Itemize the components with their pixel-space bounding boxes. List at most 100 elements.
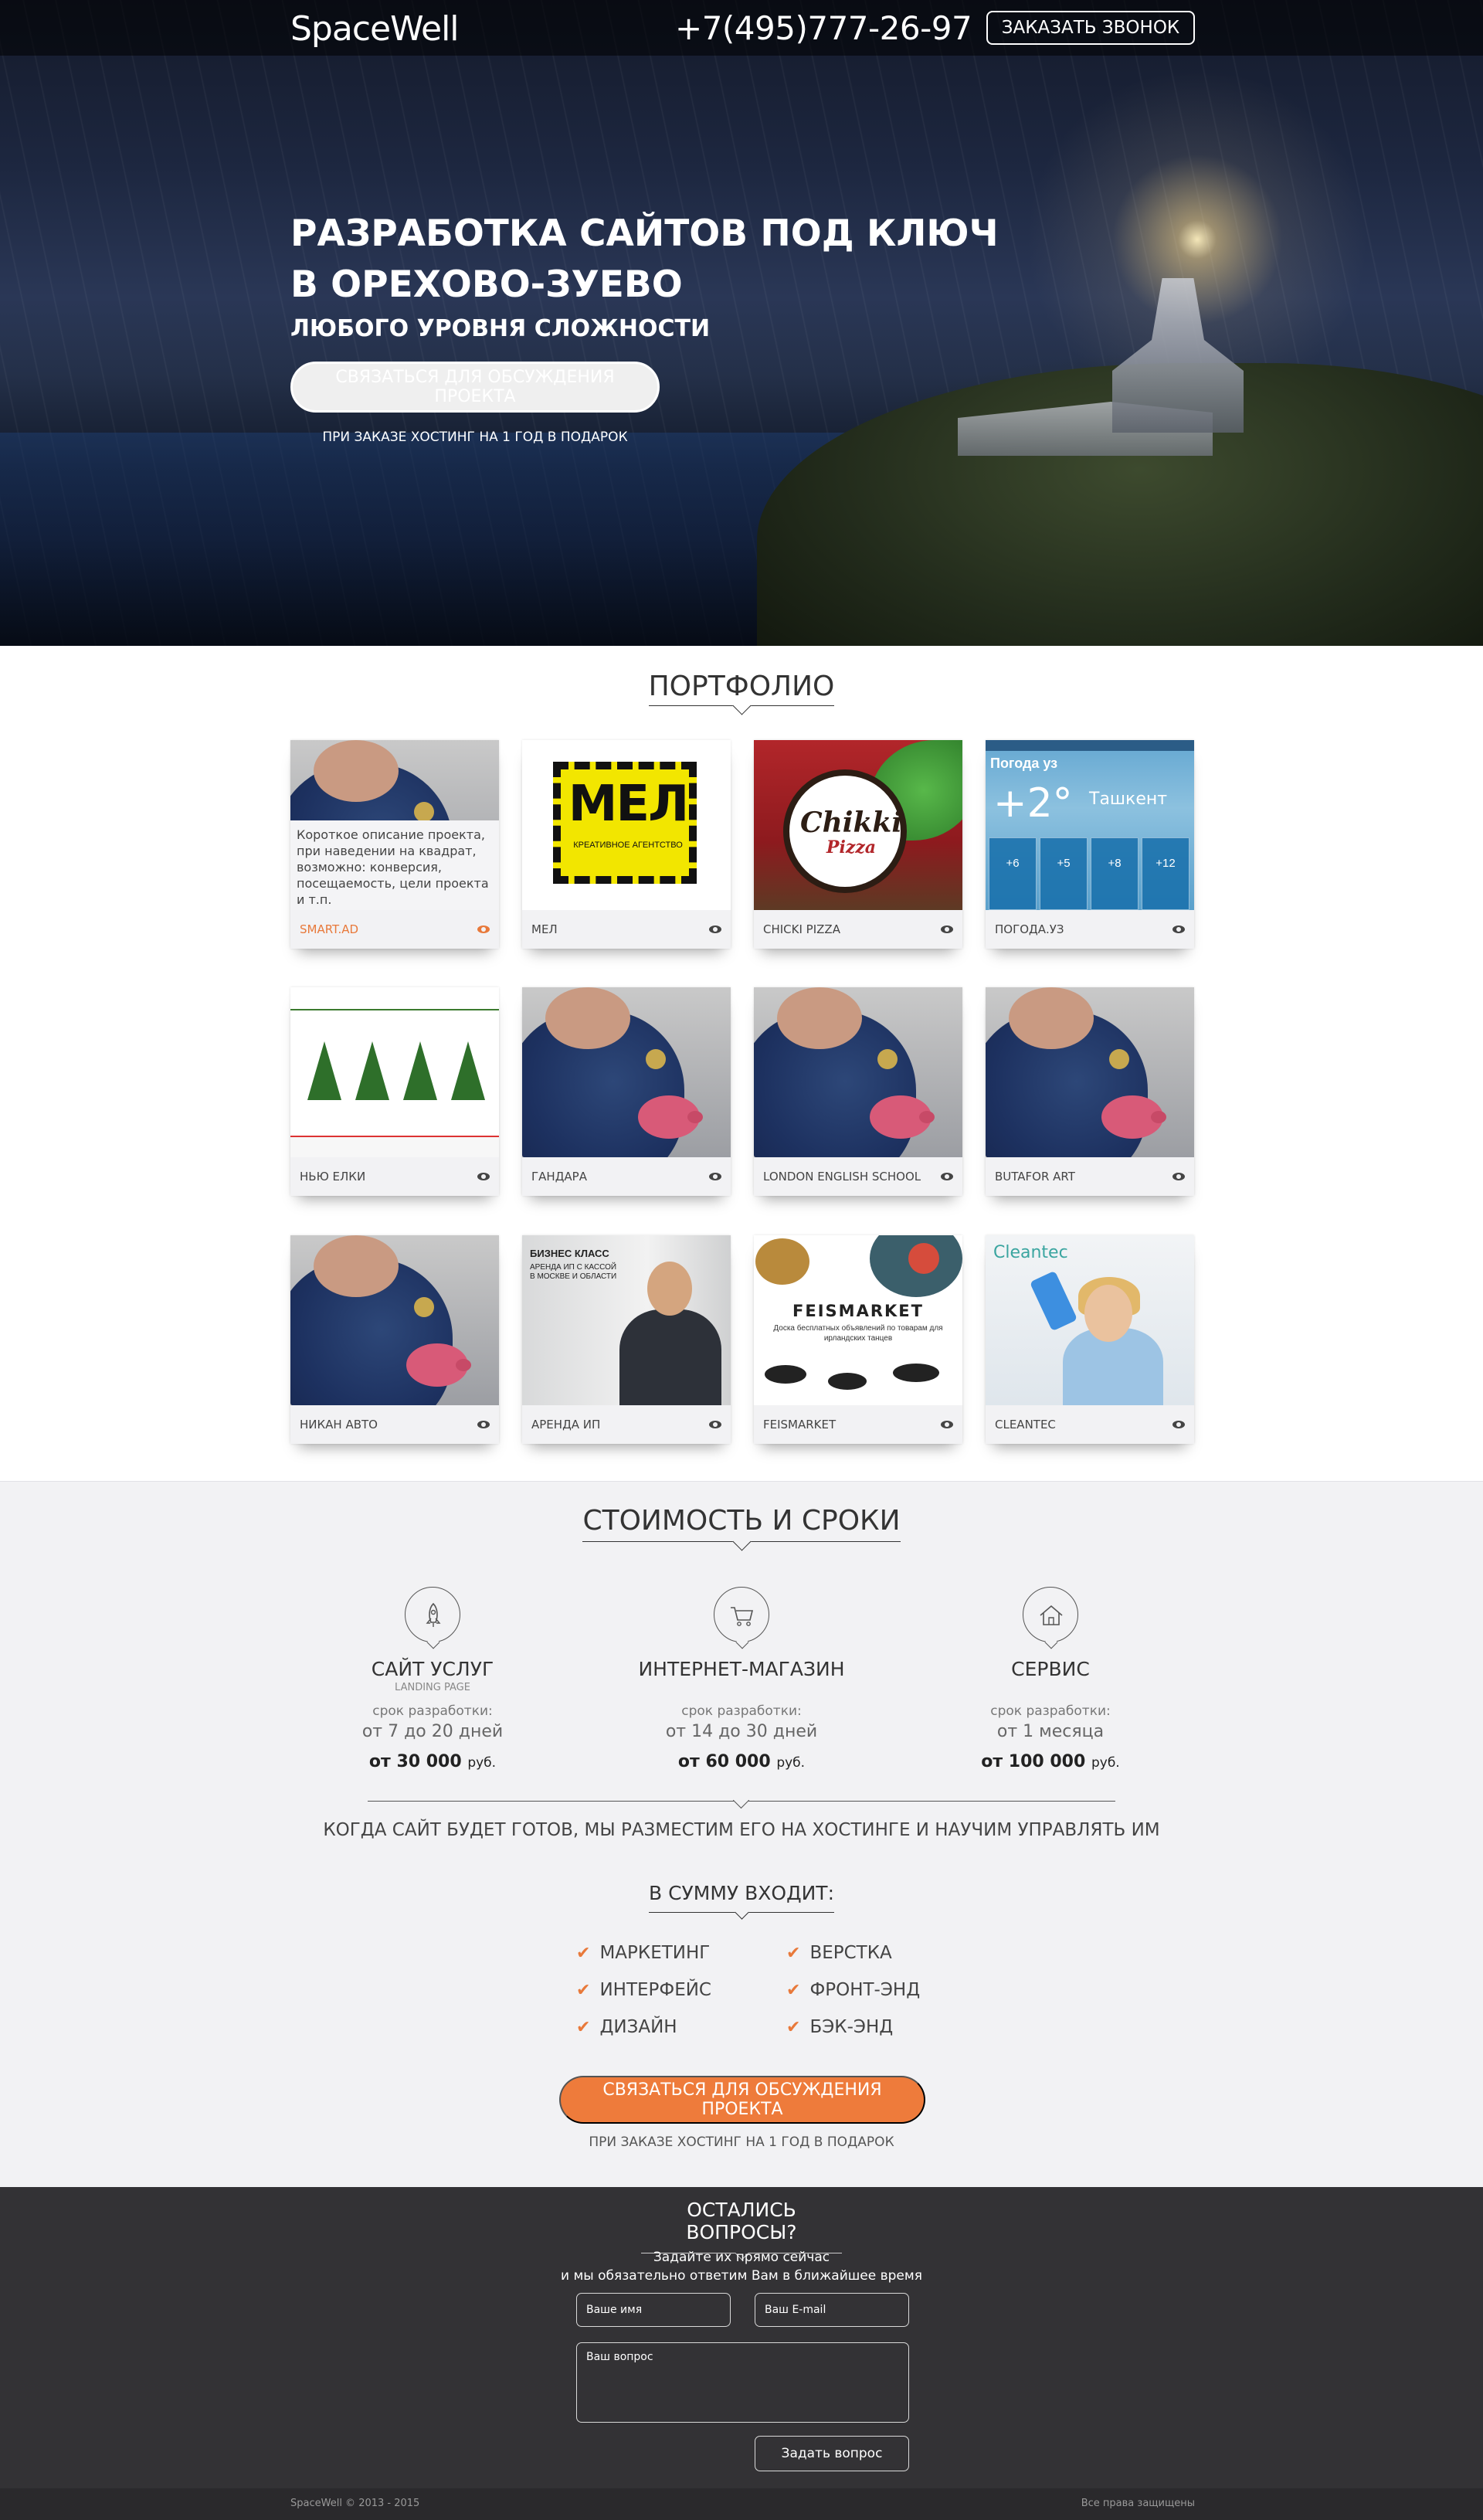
includes-item: ✔ ДИЗАЙН: [576, 2017, 677, 2037]
portfolio-card-caption: НИКАН АВТО: [290, 1405, 499, 1444]
feismarket-site-image: FEISMARKET Доска бесплатных объявлений п…: [754, 1235, 962, 1405]
portfolio-card-image: Chikki Pizza: [754, 740, 962, 910]
christmas-trees-site-image: [290, 987, 499, 1157]
plan-name: СЕРВИС: [1011, 1658, 1090, 1680]
portfolio-card-caption: НЬЮ ЕЛКИ: [290, 1157, 499, 1196]
includes-item-label: ДИЗАЙН: [599, 2017, 677, 2037]
chicki-pizza-logo-subtext: Pizza: [826, 837, 877, 858]
footer-rights: Все права защищены: [1081, 2498, 1195, 2509]
portfolio-card-label: МЕЛ: [531, 922, 558, 936]
portfolio-card-mel[interactable]: МЕЛ КРЕАТИВНОЕ АГЕНТСТВО МЕЛ: [522, 740, 731, 949]
plan-service: СЕРВИС срок разработки: от 1 месяца от 1…: [911, 1587, 1189, 1771]
portfolio-card-caption: FEISMARKET: [754, 1405, 962, 1444]
order-call-button[interactable]: ЗАКАЗАТЬ ЗВОНОК: [986, 11, 1195, 45]
questions-subtitle: Задайте их прямо сейчас и мы обязательно…: [0, 2248, 1483, 2285]
eye-icon[interactable]: [941, 1421, 953, 1428]
portfolio-card-image: [290, 987, 499, 1157]
portfolio-card-image: [290, 1235, 499, 1405]
portfolio-card-cleantec[interactable]: Cleantec CLEANTEC: [986, 1235, 1194, 1444]
plan-term-label: срок разработки:: [990, 1703, 1111, 1719]
plan-price-value: от 100 000: [981, 1752, 1086, 1771]
cleantec-logo-text: Cleantec: [993, 1243, 1068, 1262]
portfolio-card-chicki-pizza[interactable]: Chikki Pizza CHICKI PIZZA: [754, 740, 962, 949]
name-input[interactable]: [576, 2293, 731, 2327]
plan-term: от 1 месяца: [996, 1722, 1105, 1741]
weather-day: +12: [1142, 837, 1189, 910]
portfolio-card-image: [754, 987, 962, 1157]
portfolio-card-image: МЕЛ КРЕАТИВНОЕ АГЕНТСТВО: [522, 740, 731, 910]
portfolio-card-caption: CLEANTEC: [986, 1405, 1194, 1444]
portfolio-card-pogoda-uz[interactable]: Погода уз +2° Ташкент +6 +5 +8 +12 ПОГОД…: [986, 740, 1194, 949]
eye-icon[interactable]: [709, 1173, 721, 1180]
phone-number[interactable]: +7(495)777-26-97: [675, 9, 972, 47]
includes-item: ✔ БЭК-ЭНД: [786, 2017, 893, 2037]
portfolio-card-butafor-art[interactable]: BUTAFOR ART: [986, 987, 1194, 1196]
eye-icon[interactable]: [477, 1421, 490, 1428]
cleaning-woman-image: Cleantec: [986, 1235, 1194, 1405]
portfolio-card-image: БИЗНЕС КЛАСС АРЕНДА ИП С КАССОЙ В МОСКВЕ…: [522, 1235, 731, 1405]
site-logo[interactable]: SpaceWell: [290, 9, 460, 49]
portfolio-card-london-english-school[interactable]: LONDON ENGLISH SCHOOL: [754, 987, 962, 1196]
includes-heading: В СУММУ ВХОДИТ:: [0, 1882, 1483, 1913]
hero-contact-button[interactable]: СВЯЗАТЬСЯ ДЛЯ ОБСУЖДЕНИЯ ПРОЕКТА: [290, 362, 660, 413]
piggy-bank-image: [986, 987, 1194, 1157]
eye-icon[interactable]: [941, 1173, 953, 1180]
home-icon: [1023, 1587, 1078, 1642]
hero-title-line1: РАЗРАБОТКА САЙТОВ ПОД КЛЮЧ: [290, 212, 999, 255]
eye-icon[interactable]: [709, 1421, 721, 1428]
eye-icon[interactable]: [941, 925, 953, 933]
business-image-title: БИЗНЕС КЛАСС: [530, 1248, 609, 1259]
portfolio-card-label: CLEANTEC: [995, 1418, 1056, 1432]
plan-term-label: срок разработки:: [372, 1703, 493, 1719]
plan-price: от 100 000 руб.: [911, 1752, 1189, 1771]
eye-icon[interactable]: [1172, 1421, 1185, 1428]
portfolio-card-label: SMART.AD: [300, 922, 359, 936]
includes-item: ✔ ФРОНТ-ЭНД: [786, 1980, 920, 2000]
portfolio-card-caption: АРЕНДА ИП: [522, 1405, 731, 1444]
mel-logo-text: МЕЛ: [568, 776, 690, 833]
business-image-subtitle: АРЕНДА ИП С КАССОЙ В МОСКВЕ И ОБЛАСТИ: [530, 1263, 617, 1281]
portfolio-card-label: FEISMARKET: [763, 1418, 837, 1432]
includes-item-label: ИНТЕРФЕЙС: [599, 1980, 711, 2000]
includes-item-label: ФРОНТ-ЭНД: [809, 1980, 921, 2000]
portfolio-card-arenda-ip[interactable]: БИЗНЕС КЛАСС АРЕНДА ИП С КАССОЙ В МОСКВЕ…: [522, 1235, 731, 1444]
portfolio-card-caption: CHICKI PIZZA: [754, 910, 962, 949]
portfolio-card-nyu-elki[interactable]: НЬЮ ЕЛКИ: [290, 987, 499, 1196]
portfolio-card-smart-ad[interactable]: Короткое описание проекта, при наведении…: [290, 740, 499, 949]
portfolio-card-description: Короткое описание проекта, при наведении…: [290, 820, 499, 910]
questions-subtitle-line2: и мы обязательно ответим Вам в ближайшее…: [561, 2268, 922, 2284]
plan-price: от 60 000 руб.: [602, 1752, 881, 1771]
eye-icon[interactable]: [1172, 925, 1185, 933]
portfolio-card-gandara[interactable]: ГАНДАРА: [522, 987, 731, 1196]
weather-temperature: +2°: [993, 780, 1073, 827]
check-icon: ✔: [786, 1980, 801, 2000]
portfolio-card-label: LONDON ENGLISH SCHOOL: [763, 1170, 921, 1184]
chicki-pizza-logo-image: Chikki Pizza: [754, 740, 962, 910]
feismarket-subtext: Доска бесплатных объявлений по товарам д…: [773, 1324, 943, 1343]
email-input[interactable]: [755, 2293, 909, 2327]
eye-icon[interactable]: [709, 925, 721, 933]
eye-icon[interactable]: [477, 925, 490, 933]
portfolio-card-label: CHICKI PIZZA: [763, 922, 840, 936]
plan-price: от 30 000 руб.: [294, 1752, 572, 1771]
footer: SpaceWell © 2013 - 2015 Все права защище…: [0, 2488, 1483, 2520]
question-textarea[interactable]: [576, 2342, 909, 2423]
includes-item-label: ВЕРСТКА: [809, 1943, 892, 1963]
ask-question-button[interactable]: Задать вопрос: [755, 2436, 909, 2471]
mel-logo-subtext: КРЕАТИВНОЕ АГЕНТСТВО: [573, 841, 683, 850]
includes-item: ✔ ВЕРСТКА: [786, 1943, 892, 1963]
eye-icon[interactable]: [1172, 1173, 1185, 1180]
pricing-title: СТОИМОСТЬ И СРОКИ: [582, 1505, 901, 1542]
weather-day: +5: [1040, 837, 1088, 910]
check-icon: ✔: [576, 1943, 591, 1963]
weather-day: +8: [1091, 837, 1139, 910]
plan-term: от 14 до 30 дней: [665, 1722, 818, 1741]
plan-subname: LANDING PAGE: [395, 1682, 470, 1693]
pricing-contact-button[interactable]: СВЯЗАТЬСЯ ДЛЯ ОБСУЖДЕНИЯ ПРОЕКТА: [559, 2076, 925, 2124]
plan-landing: САЙТ УСЛУГ LANDING PAGE срок разработки:…: [294, 1587, 572, 1771]
portfolio-card-feismarket[interactable]: FEISMARKET Доска бесплатных объявлений п…: [754, 1235, 962, 1444]
portfolio-card-image: [522, 987, 731, 1157]
eye-icon[interactable]: [477, 1173, 490, 1180]
piggy-bank-image: [522, 987, 731, 1157]
portfolio-card-nikan-avto[interactable]: НИКАН АВТО: [290, 1235, 499, 1444]
